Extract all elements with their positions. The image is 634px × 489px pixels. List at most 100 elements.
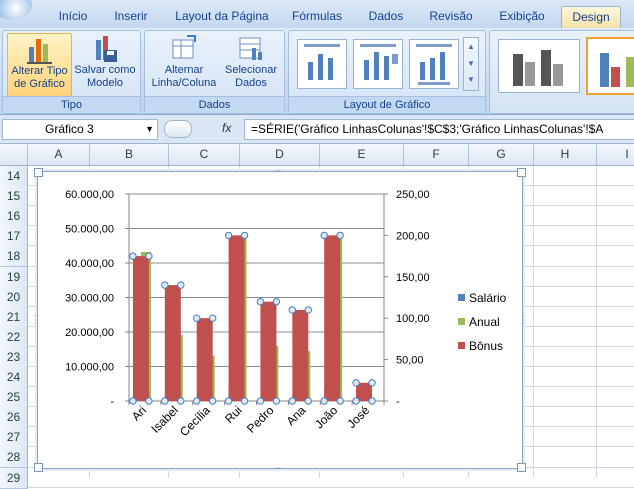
right-axis-tick-label: 200,00 <box>396 230 430 242</box>
bar-bonus <box>260 301 277 401</box>
style-thumb-1[interactable] <box>498 39 580 93</box>
left-axis-tick-label: - <box>110 396 114 408</box>
series-selection-handle <box>192 397 201 405</box>
row-header-28[interactable]: 28 <box>0 447 28 469</box>
select-data-icon <box>239 37 262 60</box>
column-headers: A B C D E F G H I <box>0 144 634 166</box>
alterar-tipo-grafico-button[interactable]: Alterar Tipo de Gráfico <box>7 33 72 97</box>
chart-object[interactable]: 60.000,00 50.000,00 40.000,00 30.000,00 20.0… <box>34 167 526 472</box>
save-template-icon <box>96 36 117 62</box>
row-header-27[interactable]: 27 <box>0 427 28 449</box>
left-axis-tick-label: 30.000,00 <box>65 293 114 305</box>
alterar-tipo-label-1: Alterar Tipo <box>11 65 68 77</box>
tab-inicio[interactable]: Início <box>50 6 96 28</box>
selecionar-dados-button[interactable]: Selecionar Dados <box>221 33 281 95</box>
column-header-f[interactable]: F <box>404 144 469 165</box>
series-selection-handle <box>336 397 344 405</box>
category-label: Cecília <box>177 403 213 439</box>
group-estilos-grafico <box>489 30 634 114</box>
style-1-icon <box>513 50 563 86</box>
series-selection-handle <box>129 252 137 260</box>
style-thumb-2[interactable] <box>586 37 634 95</box>
selecionar-label-2: Dados <box>235 77 267 89</box>
column-header-e[interactable]: E <box>320 144 404 165</box>
series-selection-handle <box>161 281 169 289</box>
bar-bonus <box>132 256 149 401</box>
tab-layout-pagina[interactable]: Layout da Página <box>170 6 274 28</box>
row-header-18[interactable]: 18 <box>0 246 28 268</box>
column-header-i[interactable]: I <box>597 144 634 165</box>
column-header-c[interactable]: C <box>169 144 240 165</box>
series-selection-handle <box>145 397 153 405</box>
formula-input[interactable]: =SÉRIE('Gráfico LinhasColunas'!$C$3;'Grá… <box>244 119 634 140</box>
row-header-15[interactable]: 15 <box>0 186 28 208</box>
layout-thumb-2[interactable] <box>353 39 403 89</box>
series-selection-handle <box>161 397 169 405</box>
series-selection-handle <box>272 397 281 405</box>
column-gridline <box>596 166 597 478</box>
salvar-modelo-button[interactable]: Salvar como Modelo <box>73 33 137 95</box>
scroll-down-icon[interactable]: ▼ <box>464 55 478 72</box>
layout-thumb-3[interactable] <box>409 39 459 89</box>
column-header-h[interactable]: H <box>534 144 597 165</box>
row-header-16[interactable]: 16 <box>0 206 28 228</box>
category-label: Isabel <box>148 403 181 436</box>
chart-svg: 60.000,00 50.000,00 40.000,00 30.000,00 20.0… <box>65 189 507 439</box>
alternar-label-2: Linha/Coluna <box>151 77 217 89</box>
column-header-g[interactable]: G <box>469 144 534 165</box>
column-header-b[interactable]: B <box>90 144 169 165</box>
office-button[interactable] <box>0 0 32 20</box>
resize-handle-tl[interactable] <box>34 168 43 177</box>
column-header-d[interactable]: D <box>240 144 320 165</box>
series-selection-handle <box>224 231 233 240</box>
row-header-14[interactable]: 14 <box>0 166 28 187</box>
group-layout-label: Layout de Gráfico <box>289 96 485 113</box>
group-dados: Alternar Linha/Coluna Selecionar Dados D… <box>144 30 285 114</box>
row-header-17[interactable]: 17 <box>0 226 28 248</box>
tab-design[interactable]: Design <box>561 6 621 29</box>
row-gridline <box>28 486 634 488</box>
name-box-dropdown-icon[interactable]: ▼ <box>145 120 154 139</box>
resize-handle-bottom[interactable]: ∙∙∙∙ <box>274 464 283 472</box>
row-header-26[interactable]: 26 <box>0 407 28 429</box>
row-header-23[interactable]: 23 <box>0 346 28 368</box>
name-box[interactable]: Gráfico 3 ▼ <box>2 119 158 140</box>
left-axis-tick-label: 50.000,00 <box>65 224 114 236</box>
column-header-a[interactable]: A <box>28 144 90 165</box>
tab-revisao[interactable]: Revisão <box>422 6 480 28</box>
row-header-29[interactable]: 29 <box>0 467 28 489</box>
alternar-linha-coluna-button[interactable]: Alternar Linha/Coluna <box>149 33 219 95</box>
layout-3-icon <box>416 44 452 85</box>
series-selection-handle <box>288 306 297 314</box>
resize-handle-bl[interactable] <box>34 463 43 472</box>
row-header-21[interactable]: 21 <box>0 306 28 328</box>
layout-gallery-scroll[interactable]: ▲ ▼ ▼ <box>463 37 479 91</box>
resize-handle-top[interactable]: ∙∙∙∙ <box>274 167 283 175</box>
formula-expand-handle[interactable] <box>164 120 192 138</box>
fx-icon[interactable]: fx <box>222 119 231 138</box>
series-selection-handle <box>288 397 297 405</box>
resize-handle-tr[interactable] <box>517 168 526 177</box>
row-header-25[interactable]: 25 <box>0 387 28 409</box>
select-all-corner[interactable] <box>0 144 28 165</box>
column-gridline <box>533 166 534 478</box>
tab-exibicao[interactable]: Exibição <box>490 6 554 28</box>
row-header-22[interactable]: 22 <box>0 326 28 348</box>
layout-thumb-1[interactable] <box>297 39 347 89</box>
resize-handle-br[interactable] <box>517 463 526 472</box>
row-header-19[interactable]: 19 <box>0 266 28 288</box>
scroll-up-icon[interactable]: ▲ <box>464 38 478 55</box>
series-selection-handle <box>272 297 281 306</box>
salvar-modelo-label-2: Modelo <box>86 77 124 89</box>
tab-inserir[interactable]: Inserir <box>107 6 155 28</box>
left-axis-tick-label: 20.000,00 <box>65 327 114 339</box>
resize-handle-left[interactable]: ∙ ∙ ∙ <box>34 312 38 328</box>
row-header-24[interactable]: 24 <box>0 367 28 388</box>
gallery-more-icon[interactable]: ▼ <box>464 72 478 88</box>
tab-formulas[interactable]: Fórmulas <box>285 6 349 28</box>
resize-handle-right[interactable]: ∙ ∙ ∙ <box>522 312 526 328</box>
series-selection-handle <box>368 379 376 387</box>
formula-bar: Gráfico 3 ▼ fx =SÉRIE('Gráfico LinhasCol… <box>0 115 634 144</box>
tab-dados[interactable]: Dados <box>360 6 412 28</box>
row-header-20[interactable]: 20 <box>0 286 28 308</box>
